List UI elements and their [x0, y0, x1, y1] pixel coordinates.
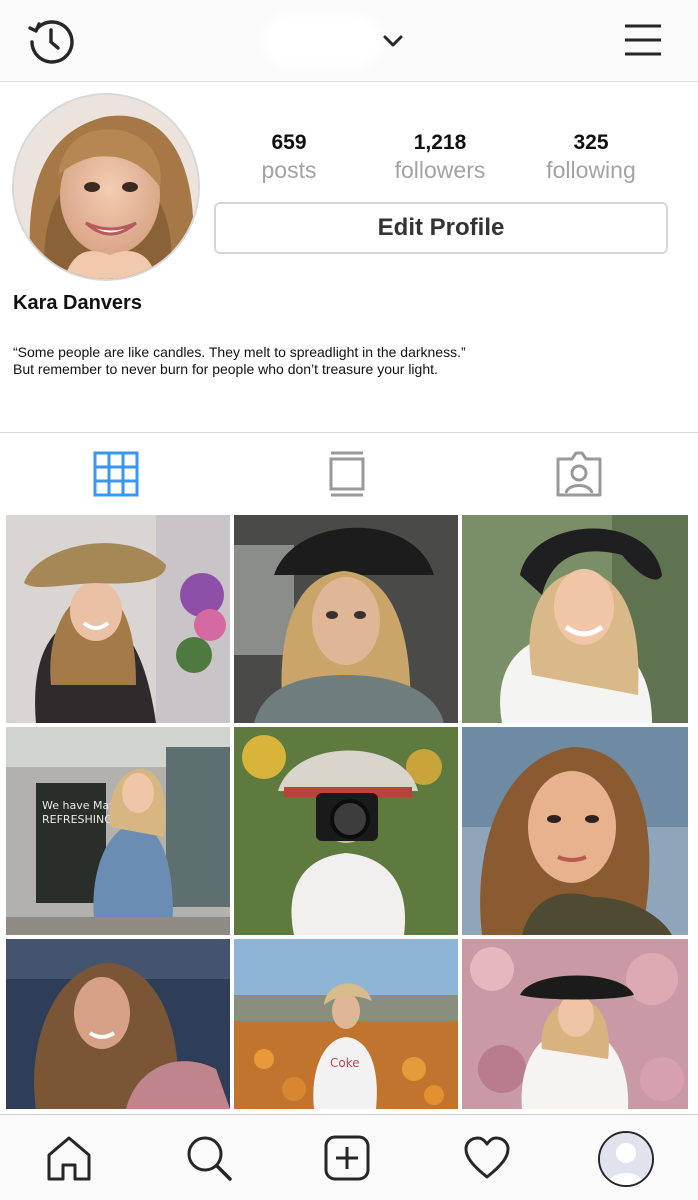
hamburger-menu-icon[interactable]	[622, 20, 664, 60]
grid-photo-5[interactable]	[234, 727, 458, 935]
posts-label: posts	[261, 157, 317, 183]
profile-stats: 659 posts 1,218 followers 325 following	[214, 130, 668, 190]
chevron-down-icon[interactable]	[380, 28, 406, 54]
bottom-navigation	[0, 1114, 698, 1200]
following-count: 325	[573, 131, 609, 154]
followers-stat[interactable]: 1,218 followers	[365, 130, 515, 184]
profile-avatar[interactable]	[12, 93, 200, 281]
tagged-person-icon[interactable]	[554, 449, 604, 499]
profile-avatar-icon[interactable]	[598, 1131, 654, 1187]
photo-grid: We have May REFRESHING Coke	[6, 515, 688, 1110]
following-stat[interactable]: 325 following	[516, 130, 666, 184]
followers-label: followers	[394, 157, 486, 183]
grid-photo-2[interactable]	[234, 515, 458, 723]
svg-text:REFRESHING: REFRESHING	[42, 813, 113, 826]
posts-stat[interactable]: 659 posts	[214, 130, 364, 184]
avatar-photo	[14, 95, 198, 279]
history-clock-icon[interactable]	[26, 16, 76, 66]
grid-photo-3[interactable]	[462, 515, 688, 723]
account-username[interactable]	[262, 14, 382, 68]
heart-icon[interactable]	[462, 1133, 512, 1183]
edit-profile-button[interactable]: Edit Profile	[214, 202, 668, 254]
svg-text:We have May: We have May	[42, 799, 116, 812]
search-icon[interactable]	[184, 1133, 234, 1183]
posts-count: 659	[271, 131, 307, 154]
grid-photo-4[interactable]: We have May REFRESHING	[6, 727, 230, 935]
svg-text:Coke: Coke	[330, 1056, 360, 1070]
bio-line-2: But remember to never burn for people wh…	[13, 361, 438, 377]
profile-tabs	[0, 432, 698, 516]
grid-photo-8[interactable]: Coke	[234, 939, 458, 1109]
following-label: following	[546, 157, 636, 183]
top-bar	[0, 0, 698, 82]
grid-photo-9[interactable]	[462, 939, 688, 1109]
bio-line-1: “Some people are like candles. They melt…	[13, 344, 466, 360]
profile-bio: “Some people are like candles. They melt…	[13, 344, 673, 378]
add-post-icon[interactable]	[322, 1133, 372, 1183]
grid-icon[interactable]	[91, 449, 141, 499]
profile-name: Kara Danvers	[13, 292, 142, 314]
grid-photo-7[interactable]	[6, 939, 230, 1109]
followers-count: 1,218	[413, 131, 467, 154]
home-icon[interactable]	[44, 1133, 94, 1183]
grid-photo-6[interactable]	[462, 727, 688, 935]
list-view-icon[interactable]	[322, 449, 372, 499]
grid-photo-1[interactable]	[6, 515, 230, 723]
